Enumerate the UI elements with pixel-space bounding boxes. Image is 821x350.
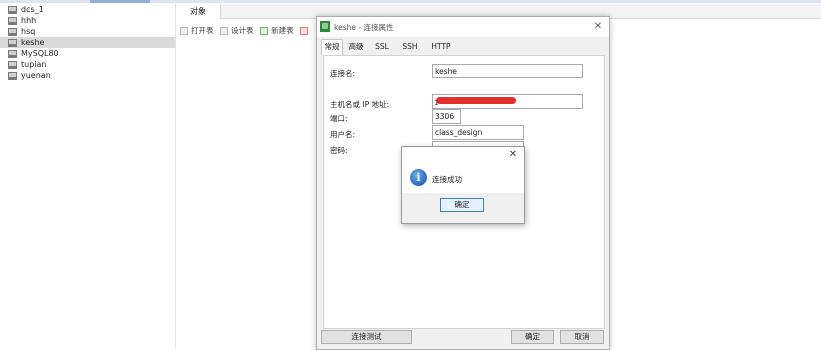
connection-icon	[8, 28, 17, 36]
tab-objects[interactable]: 对象	[176, 4, 221, 19]
messagebox-footer: 确定	[402, 193, 524, 223]
test-connection-button[interactable]: 连接测试	[321, 330, 412, 344]
messagebox-ok-button[interactable]: 确定	[440, 198, 484, 212]
dialog-close-icon[interactable]: ✕	[591, 20, 605, 34]
connection-icon	[8, 61, 17, 69]
new-table-button[interactable]: 新建表	[260, 24, 294, 38]
open-table-icon	[180, 27, 188, 35]
host-input[interactable]: 1	[432, 94, 583, 109]
tree-item-hhh[interactable]: hhh	[0, 15, 175, 26]
tab-advanced[interactable]: 高级	[345, 40, 367, 54]
messagebox-close-icon[interactable]: ✕	[506, 149, 520, 161]
design-table-label: 设计表	[231, 26, 254, 35]
tree-item-label: hhh	[21, 16, 37, 25]
delete-table-button[interactable]	[300, 24, 311, 38]
connection-tree: dcs_1 hhh hsq keshe MySQL80 tupian yuena…	[0, 4, 176, 348]
design-table-button[interactable]: 设计表	[220, 24, 254, 38]
object-toolbar: 打开表 设计表 新建表	[176, 24, 311, 38]
navicat-logo-icon	[320, 21, 330, 32]
ok-button[interactable]: 确定	[511, 330, 554, 344]
tab-general[interactable]: 常规	[321, 39, 343, 55]
new-table-icon	[260, 27, 269, 35]
tree-item-label: yuenan	[21, 71, 51, 80]
tab-http[interactable]: HTTP	[427, 40, 455, 54]
tree-item-label: keshe	[21, 38, 45, 47]
tree-item-tupian[interactable]: tupian	[0, 59, 175, 70]
tree-item-label: hsq	[21, 27, 36, 36]
tree-item-dcs_1[interactable]: dcs_1	[0, 4, 175, 15]
username-label: 用户名:	[330, 130, 356, 139]
tree-item-label: MySQL80	[21, 49, 59, 58]
tree-item-label: dcs_1	[21, 5, 44, 14]
tree-item-label: tupian	[21, 60, 47, 69]
connection-icon	[8, 72, 17, 80]
port-label: 端口:	[330, 114, 348, 123]
tree-item-yuenan[interactable]: yuenan	[0, 70, 175, 81]
open-table-label: 打开表	[191, 26, 214, 35]
connection-icon	[8, 17, 17, 25]
tab-ssl[interactable]: SSL	[371, 40, 393, 54]
tree-item-hsq[interactable]: hsq	[0, 26, 175, 37]
connection-name-label: 连接名:	[330, 69, 356, 78]
new-table-label: 新建表	[271, 26, 294, 35]
open-table-button[interactable]: 打开表	[180, 24, 214, 38]
messagebox-text: 连接成功	[432, 175, 462, 184]
top-strip	[0, 0, 821, 3]
password-label: 密码:	[330, 146, 348, 155]
username-input[interactable]: class_design	[432, 125, 524, 140]
tree-item-keshe[interactable]: keshe	[0, 37, 175, 48]
tab-ssh[interactable]: SSH	[399, 40, 421, 54]
delete-table-icon	[300, 27, 309, 35]
connection-icon	[8, 39, 17, 47]
info-icon: i	[410, 169, 427, 186]
dialog-title: keshe - 连接属性	[334, 23, 394, 32]
port-input[interactable]: 3306	[432, 109, 461, 124]
connection-success-messagebox: ✕ i 连接成功 确定	[401, 146, 525, 224]
host-label: 主机名或 IP 地址:	[330, 100, 390, 109]
design-table-icon	[220, 27, 229, 35]
tree-item-mysql80[interactable]: MySQL80	[0, 48, 175, 59]
top-strip-accent	[90, 0, 150, 3]
cancel-button[interactable]: 取消	[560, 330, 604, 344]
connection-icon	[8, 6, 17, 14]
dialog-titlebar: keshe - 连接属性 ✕	[317, 17, 609, 37]
connection-icon	[8, 50, 17, 58]
connection-name-input[interactable]: keshe	[432, 64, 583, 78]
host-redaction	[436, 97, 516, 104]
